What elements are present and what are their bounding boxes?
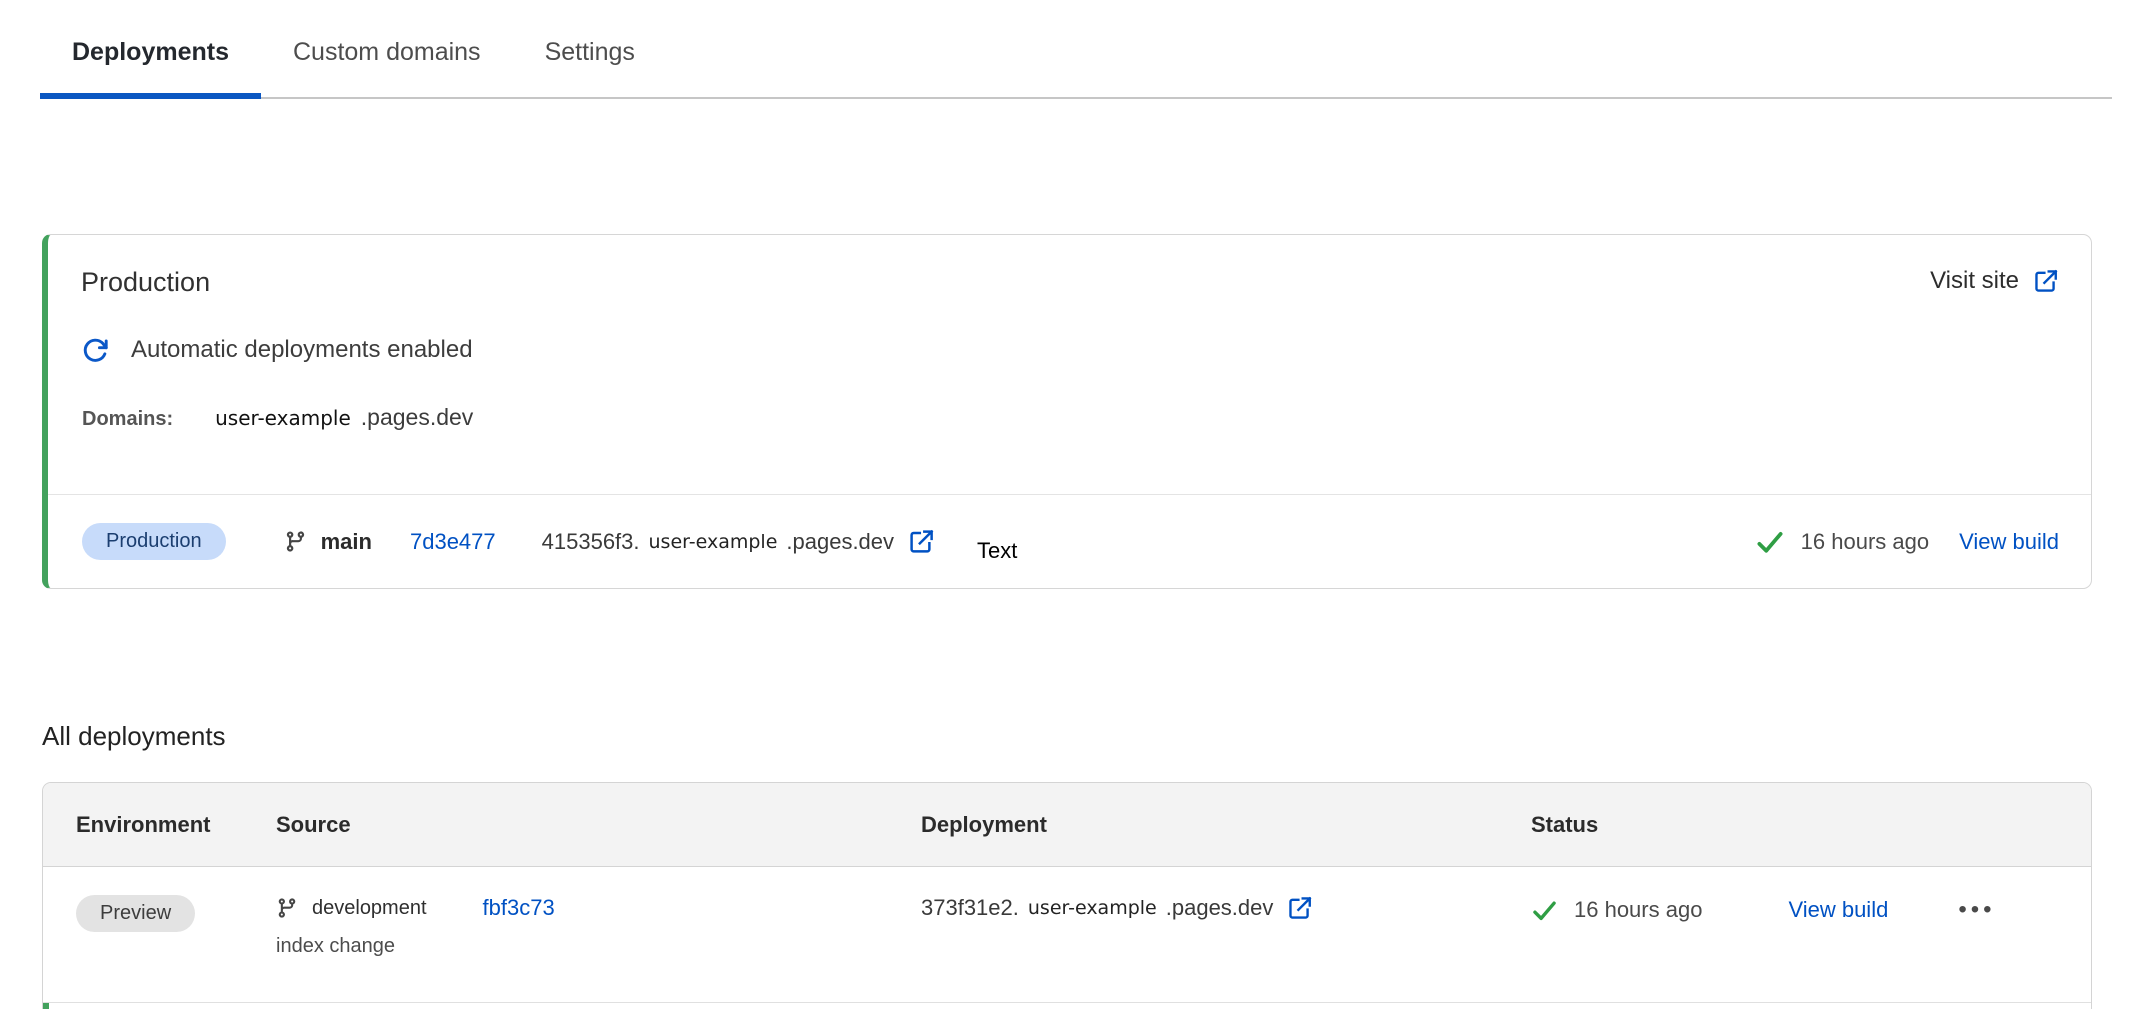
all-deployments-heading: All deployments: [42, 721, 2132, 752]
deployments-table: Environment Source Deployment Status Pre…: [42, 782, 2092, 1009]
deployment-url-suffix: .pages.dev: [786, 529, 894, 555]
automatic-deployments-text: Automatic deployments enabled: [131, 336, 473, 364]
tab-custom-domains[interactable]: Custom domains: [261, 34, 513, 97]
column-header-status: Status: [1531, 812, 2091, 838]
domain-suffix: .pages.dev: [361, 404, 474, 431]
auto-deploy-refresh-icon: [82, 337, 109, 364]
column-header-source: Source: [276, 812, 921, 838]
column-header-deployment: Deployment: [921, 812, 1531, 838]
deployment-external-link-icon[interactable]: [1287, 895, 1313, 921]
production-row-green-indicator: [43, 1003, 49, 1009]
commit-link[interactable]: fbf3c73: [483, 895, 555, 921]
production-card: Production Visit site Automatic deployme…: [42, 234, 2092, 589]
view-build-link[interactable]: View build: [1788, 897, 1888, 923]
deployment-url-prefix: 415356f3.: [542, 529, 640, 555]
success-check-icon: [1531, 897, 1558, 924]
more-menu-button[interactable]: •••: [1958, 895, 1995, 925]
commit-link[interactable]: 7d3e477: [410, 529, 496, 555]
visit-site-label: Visit site: [1930, 267, 2019, 295]
domains-label: Domains:: [82, 408, 173, 431]
production-deployment-row: Production main 7d3e477 415356f3. user-e…: [48, 494, 2091, 588]
table-row: Preview development fbf3c73 index change…: [43, 867, 2091, 1002]
environment-badge-production: Production: [82, 523, 226, 560]
annotation-text: Text: [977, 538, 1017, 564]
view-build-link[interactable]: View build: [1959, 529, 2059, 555]
tab-settings[interactable]: Settings: [513, 34, 667, 97]
tab-deployments[interactable]: Deployments: [40, 34, 261, 97]
commit-message: index change: [276, 935, 921, 958]
branch-name: development: [312, 897, 427, 920]
production-title: Production: [81, 267, 210, 298]
deployment-url-suffix: .pages.dev: [1166, 895, 1274, 921]
branch-name: main: [321, 529, 372, 555]
success-check-icon: [1755, 527, 1785, 557]
table-header-row: Environment Source Deployment Status: [43, 783, 2091, 867]
deployment-url-name: user-example: [1028, 897, 1157, 919]
deployment-url-prefix: 373f31e2.: [921, 895, 1019, 921]
deployment-url-name: user-example: [649, 531, 778, 553]
next-row-partial: [43, 1002, 2091, 1009]
visit-site-link[interactable]: Visit site: [1930, 267, 2059, 295]
git-branch-icon: [276, 897, 298, 919]
external-link-icon: [2033, 268, 2059, 294]
deployment-external-link-icon[interactable]: [908, 528, 935, 555]
column-header-environment: Environment: [76, 812, 276, 838]
status-time: 16 hours ago: [1801, 529, 1929, 555]
status-time: 16 hours ago: [1574, 897, 1702, 923]
tab-bar: Deployments Custom domains Settings: [40, 0, 2112, 99]
git-branch-icon: [284, 530, 307, 553]
domain-name: user-example: [215, 406, 351, 430]
environment-badge-preview: Preview: [76, 895, 195, 932]
